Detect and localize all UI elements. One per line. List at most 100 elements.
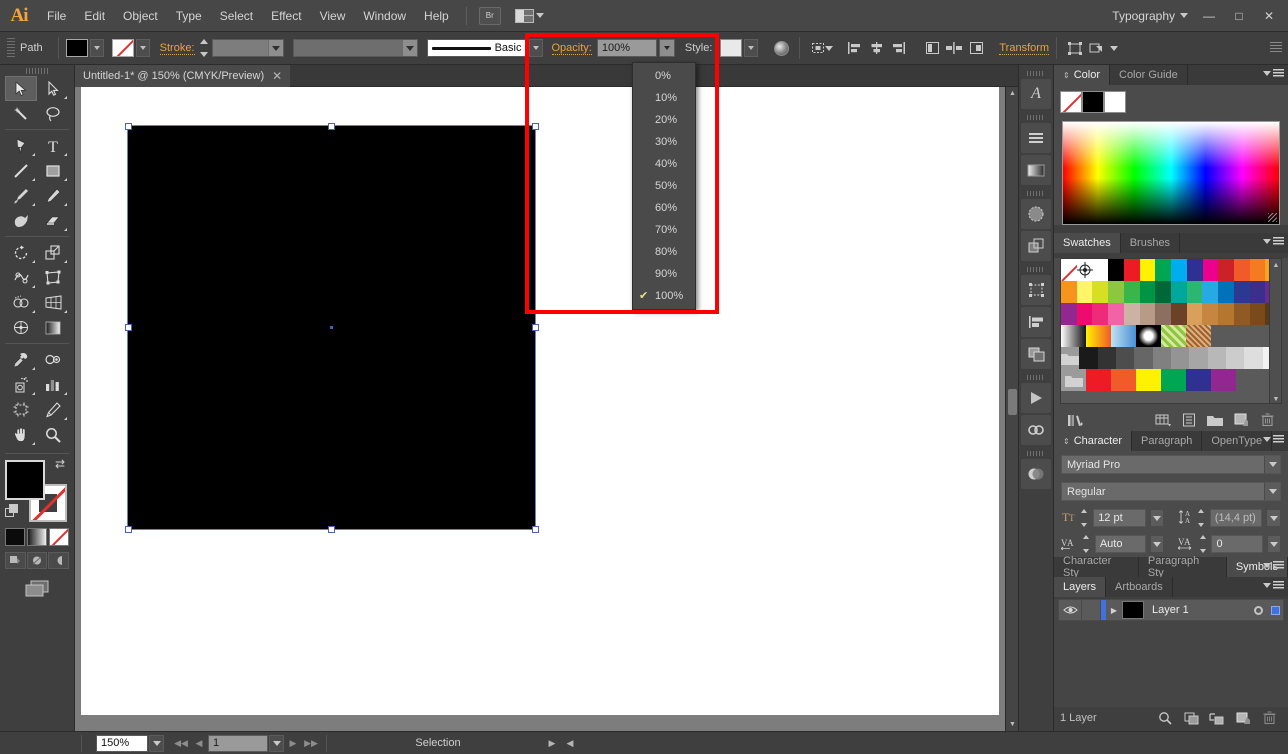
swatch[interactable] xyxy=(1171,303,1187,325)
chevron-down-icon[interactable] xyxy=(825,45,834,51)
symbol-sprayer-tool[interactable] xyxy=(5,372,37,397)
free-transform-tool[interactable] xyxy=(37,265,69,290)
leading-input[interactable]: (14,4 pt) xyxy=(1209,509,1263,527)
draw-normal-icon[interactable] xyxy=(5,552,26,569)
mesh-tool[interactable] xyxy=(5,315,37,340)
swatch-options-icon[interactable] xyxy=(1176,410,1202,430)
scroll-down-icon[interactable]: ▼ xyxy=(1270,393,1281,403)
styles-panel-menu-button[interactable] xyxy=(1263,561,1284,570)
previous-artboard-button[interactable]: ◀ xyxy=(190,735,208,752)
brush-dropdown-button[interactable] xyxy=(528,39,543,57)
swatch[interactable] xyxy=(1218,303,1234,325)
swatch[interactable] xyxy=(1186,369,1211,391)
selection-handle-middle-right[interactable] xyxy=(531,324,539,331)
color-fill-swatch[interactable] xyxy=(1082,91,1104,113)
layer-name[interactable]: Layer 1 xyxy=(1144,604,1249,616)
tab-character[interactable]: ⇕ Character xyxy=(1054,431,1132,451)
column-graph-tool[interactable] xyxy=(37,372,69,397)
canvas-area[interactable]: ▲ ▼ xyxy=(75,87,1018,731)
swatch[interactable] xyxy=(1139,303,1156,325)
stroke-color-swatch[interactable] xyxy=(111,39,134,57)
selection-handle-bottom-left[interactable] xyxy=(124,525,132,533)
type-tool[interactable]: T xyxy=(37,133,69,158)
color-spectrum[interactable] xyxy=(1062,121,1280,225)
swatch[interactable] xyxy=(1202,259,1219,281)
hand-tool[interactable] xyxy=(5,422,37,447)
kerning-input[interactable]: Auto xyxy=(1094,535,1147,553)
slice-tool[interactable] xyxy=(37,397,69,422)
transparency-icon[interactable] xyxy=(1021,199,1051,229)
menu-view[interactable]: View xyxy=(311,0,355,32)
perspective-grid-tool[interactable] xyxy=(37,290,69,315)
tools-panel-grip[interactable] xyxy=(26,68,48,74)
resize-grip-icon[interactable] xyxy=(1268,213,1277,222)
chevron-down-icon[interactable] xyxy=(1110,45,1119,51)
swatch-gray[interactable] xyxy=(1097,347,1116,369)
opacity-label[interactable]: Opacity: xyxy=(551,42,592,55)
swatch[interactable] xyxy=(1202,303,1219,325)
tab-character-styles[interactable]: Character Sty xyxy=(1054,555,1139,579)
swatch[interactable] xyxy=(1233,259,1250,281)
swatch[interactable] xyxy=(1108,303,1124,325)
dock-grip[interactable] xyxy=(1027,267,1045,272)
swatch[interactable] xyxy=(1136,369,1161,391)
stroke-label[interactable]: Stroke: xyxy=(159,42,195,55)
opacity-option-20[interactable]: 20% xyxy=(633,109,695,131)
swatch-pattern[interactable] xyxy=(1136,325,1161,347)
scroll-up-icon[interactable]: ▲ xyxy=(1270,259,1281,271)
graphic-style-swatch[interactable] xyxy=(720,39,743,57)
opacity-option-80[interactable]: 80% xyxy=(633,241,695,263)
paintbrush-tool[interactable] xyxy=(5,183,37,208)
swatch[interactable] xyxy=(1186,281,1203,303)
align-icon[interactable] xyxy=(1021,307,1051,337)
first-artboard-button[interactable]: ◀◀ xyxy=(172,735,190,752)
selection-indicator[interactable] xyxy=(1267,600,1283,620)
draw-behind-icon[interactable] xyxy=(26,552,48,569)
menu-edit[interactable]: Edit xyxy=(75,0,114,32)
locate-object-icon[interactable] xyxy=(1152,708,1178,728)
screen-mode-button[interactable] xyxy=(22,577,52,599)
color-button[interactable] xyxy=(5,528,25,546)
bridge-icon[interactable]: Br xyxy=(478,6,501,25)
rectangle-tool[interactable] xyxy=(37,158,69,183)
opacity-option-90[interactable]: 90% xyxy=(633,263,695,285)
fill-dropdown-button[interactable] xyxy=(89,39,104,57)
magic-wand-tool[interactable] xyxy=(5,101,37,126)
kerning-dropdown-button[interactable] xyxy=(1150,535,1165,553)
leading-dropdown-button[interactable] xyxy=(1266,509,1281,527)
swatch[interactable] xyxy=(1061,303,1077,325)
tab-layers[interactable]: Layers xyxy=(1054,577,1107,597)
eyedropper-tool[interactable] xyxy=(5,347,37,372)
opacity-dropdown-menu[interactable]: 0% 10% 20% 30% 40% 50% 60% 70% 80% 90% ✔… xyxy=(632,62,696,310)
default-fill-stroke-icon[interactable] xyxy=(5,504,19,518)
zoom-tool[interactable] xyxy=(37,422,69,447)
actions-icon[interactable] xyxy=(1021,383,1051,413)
character-styles-icon[interactable]: A xyxy=(1021,79,1051,109)
dock-grip[interactable] xyxy=(1027,71,1045,76)
menu-select[interactable]: Select xyxy=(211,0,262,32)
swatch-gradient[interactable] xyxy=(1061,325,1086,347)
opacity-dropdown-button[interactable] xyxy=(658,39,675,57)
swatch-libraries-icon[interactable] xyxy=(1062,410,1088,430)
menu-file[interactable]: File xyxy=(38,0,75,32)
font-family-combo[interactable]: Myriad Pro xyxy=(1061,455,1281,474)
show-swatch-kinds-icon[interactable] xyxy=(1150,410,1176,430)
swatches-panel-menu-button[interactable] xyxy=(1263,237,1284,246)
artboard[interactable] xyxy=(81,87,999,715)
swatch[interactable] xyxy=(1124,259,1140,281)
chevron-down-icon[interactable] xyxy=(401,40,417,56)
swatch[interactable] xyxy=(1155,259,1172,281)
font-size-stepper[interactable] xyxy=(1081,509,1089,527)
stroke-dropdown-button[interactable] xyxy=(135,39,150,57)
zoom-dropdown-button[interactable] xyxy=(149,734,164,752)
opacity-option-0[interactable]: 0% xyxy=(633,65,695,87)
tracking-input[interactable]: 0 xyxy=(1211,535,1263,553)
new-swatch-icon[interactable] xyxy=(1228,410,1254,430)
tracking-dropdown-button[interactable] xyxy=(1266,535,1281,553)
status-text[interactable]: Selection xyxy=(333,737,543,749)
draw-inside-icon[interactable] xyxy=(48,552,70,569)
swatch-pattern[interactable] xyxy=(1186,325,1211,347)
font-size-input[interactable]: 12 pt xyxy=(1093,509,1146,527)
delete-swatch-icon[interactable] xyxy=(1254,410,1280,430)
transform-link[interactable]: Transform xyxy=(999,42,1050,55)
